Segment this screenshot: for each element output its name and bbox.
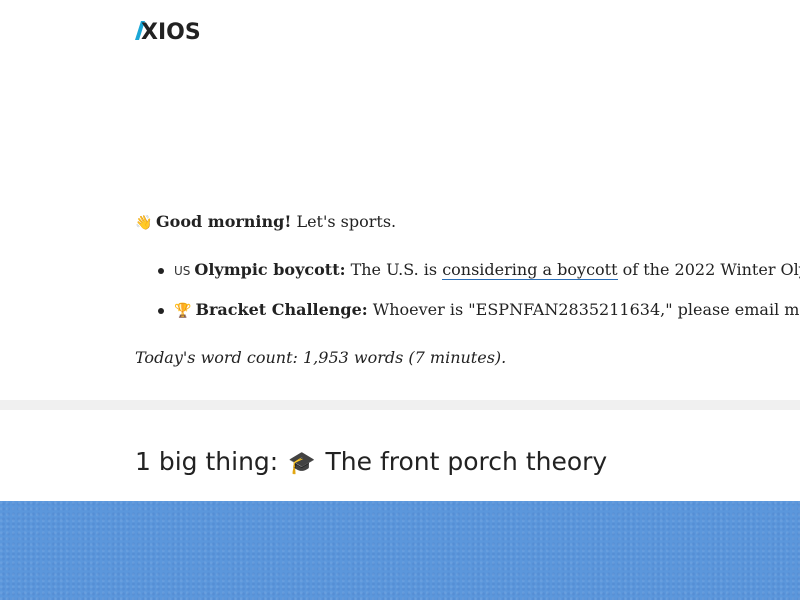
intro-section: 👋 Good morning! Let's sports. US Olympic b…: [135, 209, 800, 367]
greeting-line: 👋 Good morning! Let's sports.: [135, 209, 800, 235]
bullet-bold: Olympic boycott:: [194, 260, 346, 279]
bullet-dot: [158, 268, 164, 274]
bullet-text: The U.S. is: [345, 260, 443, 279]
greeting-bold: Good morning!: [156, 212, 292, 231]
bullet-bold: Bracket Challenge:: [195, 300, 368, 319]
intro-bullets: US Olympic boycott: The U.S. is consideri…: [135, 257, 800, 337]
word-count: Today's word count: 1,953 words (7 minut…: [135, 348, 507, 367]
svg-text:XIOS: XIOS: [141, 20, 201, 43]
bullet-text: of the 2022 Winter Olymp: [622, 260, 800, 279]
section-title: The front porch theory: [317, 447, 608, 476]
section-divider: [0, 400, 800, 410]
list-item: US Olympic boycott: The U.S. is consideri…: [135, 257, 800, 283]
trophy-icon: 🏆: [174, 303, 192, 319]
boycott-link[interactable]: considering a boycott: [442, 260, 618, 280]
hero-image: [0, 501, 800, 600]
section-heading: 1 big thing: 🎓 The front porch theory: [135, 444, 607, 482]
section-prefix: 1 big thing:: [135, 447, 279, 476]
waving-hand-icon: 👋: [135, 215, 153, 231]
bullet-text: Whoever is "ESPNFAN2835211634," please e…: [372, 300, 800, 319]
us-flag-icon: US: [174, 264, 191, 278]
axios-logo[interactable]: XIOS: [135, 17, 219, 43]
list-item: 🏆 Bracket Challenge: Whoever is "ESPNFAN2…: [135, 297, 800, 323]
bullet-dot: [158, 308, 164, 314]
graduation-cap-icon: 🎓: [288, 451, 316, 476]
newsletter-page: XIOS 👋 Good morning! Let's sports. US Olym…: [0, 0, 800, 600]
greeting-text: Let's sports.: [291, 212, 397, 231]
